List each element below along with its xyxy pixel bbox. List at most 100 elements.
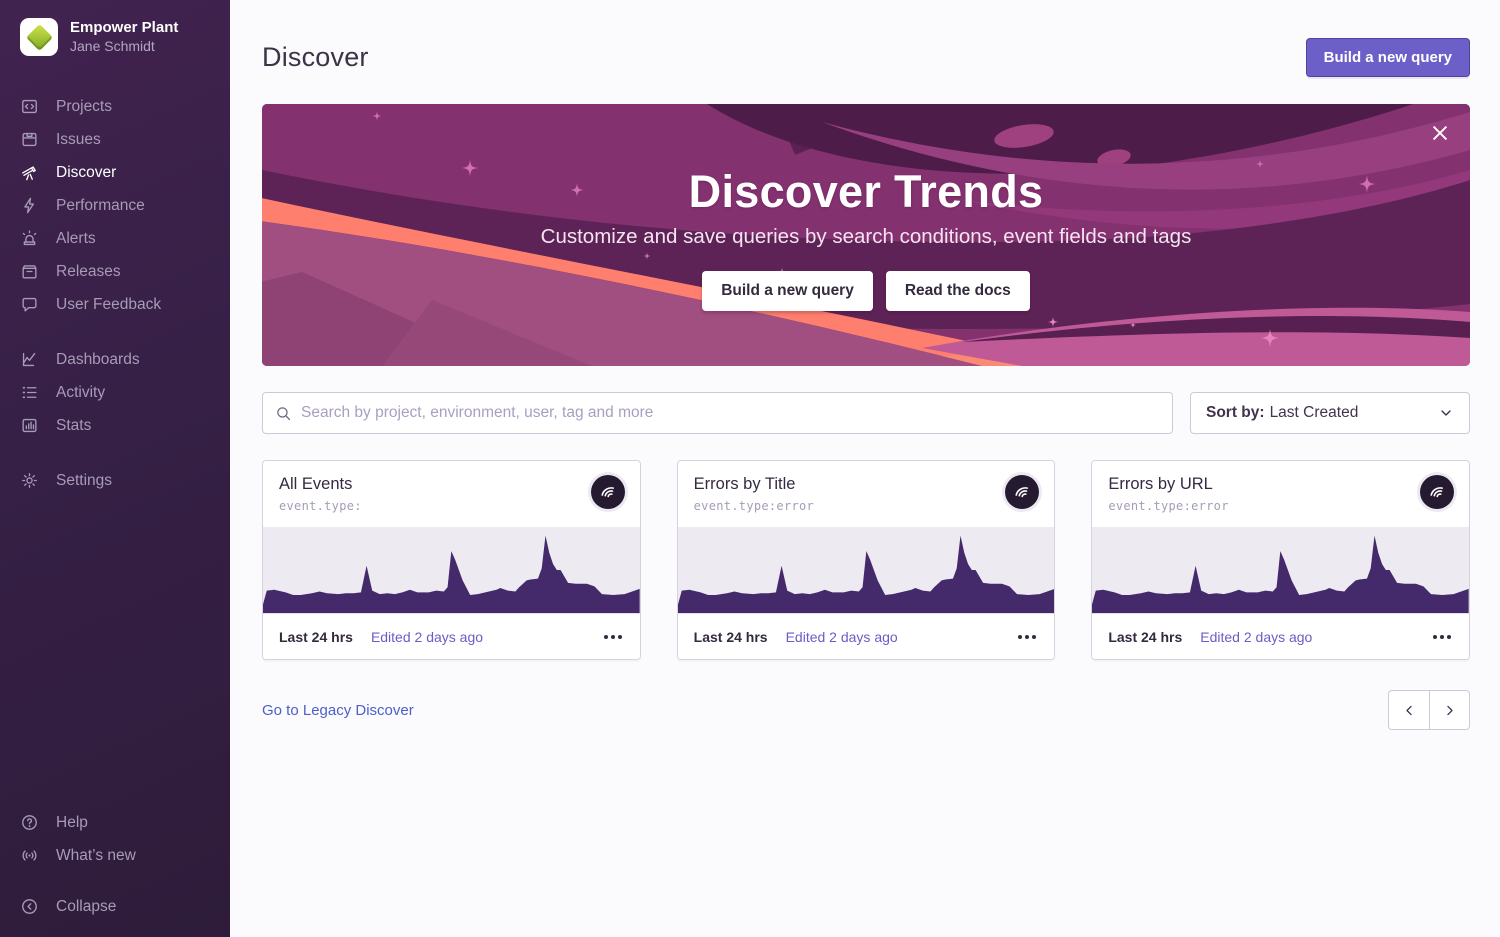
card-header: All Events event.type: xyxy=(263,461,640,527)
sidebar-item-activity[interactable]: Activity xyxy=(0,376,230,409)
sidebar-item-label: Settings xyxy=(56,472,112,490)
speech-bubble-icon xyxy=(20,295,39,314)
sidebar-item-label: User Feedback xyxy=(56,296,161,314)
sidebar-item-label: Help xyxy=(56,814,88,832)
banner-subtitle: Customize and save queries by search con… xyxy=(541,225,1192,249)
sidebar-item-help[interactable]: Help xyxy=(0,806,230,839)
question-circle-icon xyxy=(20,813,39,832)
sidebar-item-label: Dashboards xyxy=(56,351,140,369)
sidebar-item-label: Activity xyxy=(56,384,105,402)
org-switcher[interactable]: Empower Plant Jane Schmidt xyxy=(0,18,230,56)
sidebar-item-label: What’s new xyxy=(56,847,136,865)
org-logo-icon xyxy=(26,24,53,51)
org-name: Empower Plant xyxy=(70,19,178,38)
sidebar-item-label: Issues xyxy=(56,131,101,149)
build-new-query-button[interactable]: Build a new query xyxy=(1306,38,1470,77)
card-edited-label: Edited 2 days ago xyxy=(1200,629,1312,645)
saved-query-card[interactable]: All Events event.type: Last 24 hrs Edited 2… xyxy=(262,460,641,660)
card-query: event.type: xyxy=(279,499,624,513)
sidebar-item-releases[interactable]: Releases xyxy=(0,255,230,288)
sidebar-tertiary-nav: Settings xyxy=(0,464,230,497)
sidebar-item-performance[interactable]: Performance xyxy=(0,189,230,222)
banner-build-query-button[interactable]: Build a new query xyxy=(702,271,873,311)
sidebar-item-stats[interactable]: Stats xyxy=(0,409,230,442)
sidebar-item-issues[interactable]: Issues xyxy=(0,123,230,156)
sort-dropdown[interactable]: Sort by:Last Created xyxy=(1190,392,1470,434)
issues-icon xyxy=(20,130,39,149)
sentry-logo-icon xyxy=(591,475,625,509)
siren-icon xyxy=(20,229,39,248)
card-footer: Last 24 hrs Edited 2 days ago xyxy=(1092,613,1469,659)
lightning-icon xyxy=(20,196,39,215)
card-header: Errors by Title event.type:error xyxy=(678,461,1055,527)
card-edited-label: Edited 2 days ago xyxy=(786,629,898,645)
sidebar-item-label: Discover xyxy=(56,164,116,182)
more-options-button[interactable] xyxy=(1431,629,1453,645)
pagination xyxy=(1388,690,1470,730)
toolbar: Sort by:Last Created xyxy=(262,392,1470,434)
card-edited-label: Edited 2 days ago xyxy=(371,629,483,645)
card-sparkline-chart xyxy=(678,527,1055,613)
card-query: event.type:error xyxy=(694,499,1039,513)
page-title: Discover xyxy=(262,42,369,73)
sidebar-item-whats-new[interactable]: What’s new xyxy=(0,839,230,872)
sidebar-item-projects[interactable]: Projects xyxy=(0,90,230,123)
sidebar-item-dashboards[interactable]: Dashboards xyxy=(0,343,230,376)
sidebar-item-collapse[interactable]: Collapse xyxy=(0,890,230,923)
box-icon xyxy=(20,262,39,281)
bottom-row: Go to Legacy Discover xyxy=(262,690,1470,730)
sidebar-item-discover[interactable]: Discover xyxy=(0,156,230,189)
close-icon xyxy=(1429,122,1451,144)
sidebar-item-user-feedback[interactable]: User Feedback xyxy=(0,288,230,321)
card-time-range: Last 24 hrs xyxy=(279,629,353,645)
more-options-button[interactable] xyxy=(1016,629,1038,645)
sidebar-item-settings[interactable]: Settings xyxy=(0,464,230,497)
card-title: Errors by Title xyxy=(694,475,1039,494)
projects-icon xyxy=(20,97,39,116)
telescope-icon xyxy=(20,163,39,182)
sidebar-item-alerts[interactable]: Alerts xyxy=(0,222,230,255)
chevron-left-icon xyxy=(1402,703,1417,718)
sidebar-footer-nav: Help What’s new xyxy=(0,806,230,872)
banner-content: Discover Trends Customize and save queri… xyxy=(262,104,1470,366)
card-sparkline-chart xyxy=(1092,527,1469,613)
sidebar-secondary-nav: Dashboards Activity Stats xyxy=(0,343,230,442)
main-content: Discover Build a new query xyxy=(230,0,1500,937)
more-options-button[interactable] xyxy=(602,629,624,645)
card-footer: Last 24 hrs Edited 2 days ago xyxy=(263,613,640,659)
card-title: Errors by URL xyxy=(1108,475,1453,494)
search-box xyxy=(262,392,1173,434)
card-header: Errors by URL event.type:error xyxy=(1092,461,1469,527)
saved-query-card[interactable]: Errors by URL event.type:error Last 24 hrs… xyxy=(1091,460,1470,660)
sidebar-item-label: Alerts xyxy=(56,230,96,248)
sentry-logo-icon xyxy=(1420,475,1454,509)
saved-query-card[interactable]: Errors by Title event.type:error Last 24 h… xyxy=(677,460,1056,660)
chevron-right-icon xyxy=(1442,703,1457,718)
banner-read-docs-button[interactable]: Read the docs xyxy=(886,271,1030,311)
card-time-range: Last 24 hrs xyxy=(694,629,768,645)
sidebar-item-label: Releases xyxy=(56,263,121,281)
sidebar-item-label: Stats xyxy=(56,417,91,435)
chevron-down-icon xyxy=(1438,405,1454,421)
pagination-next-button[interactable] xyxy=(1429,690,1470,730)
collapse-circle-icon xyxy=(20,897,39,916)
card-time-range: Last 24 hrs xyxy=(1108,629,1182,645)
card-query: event.type:error xyxy=(1108,499,1453,513)
line-chart-icon xyxy=(20,350,39,369)
pagination-previous-button[interactable] xyxy=(1388,690,1429,730)
list-icon xyxy=(20,383,39,402)
legacy-discover-link[interactable]: Go to Legacy Discover xyxy=(262,702,414,719)
card-title: All Events xyxy=(279,475,624,494)
banner-close-button[interactable] xyxy=(1426,120,1454,148)
broadcast-icon xyxy=(20,846,39,865)
sidebar-item-label: Performance xyxy=(56,197,145,215)
sidebar-item-label: Collapse xyxy=(56,898,116,916)
sidebar-collapse-nav: Collapse xyxy=(0,890,230,923)
sidebar-primary-nav: Projects Issues Discover Performance Alerts R… xyxy=(0,90,230,321)
bar-chart-icon xyxy=(20,416,39,435)
search-input[interactable] xyxy=(301,404,1160,422)
saved-queries-grid: All Events event.type: Last 24 hrs Edited 2… xyxy=(262,460,1470,660)
org-user: Jane Schmidt xyxy=(70,37,178,55)
card-footer: Last 24 hrs Edited 2 days ago xyxy=(678,613,1055,659)
banner-title: Discover Trends xyxy=(689,166,1044,218)
